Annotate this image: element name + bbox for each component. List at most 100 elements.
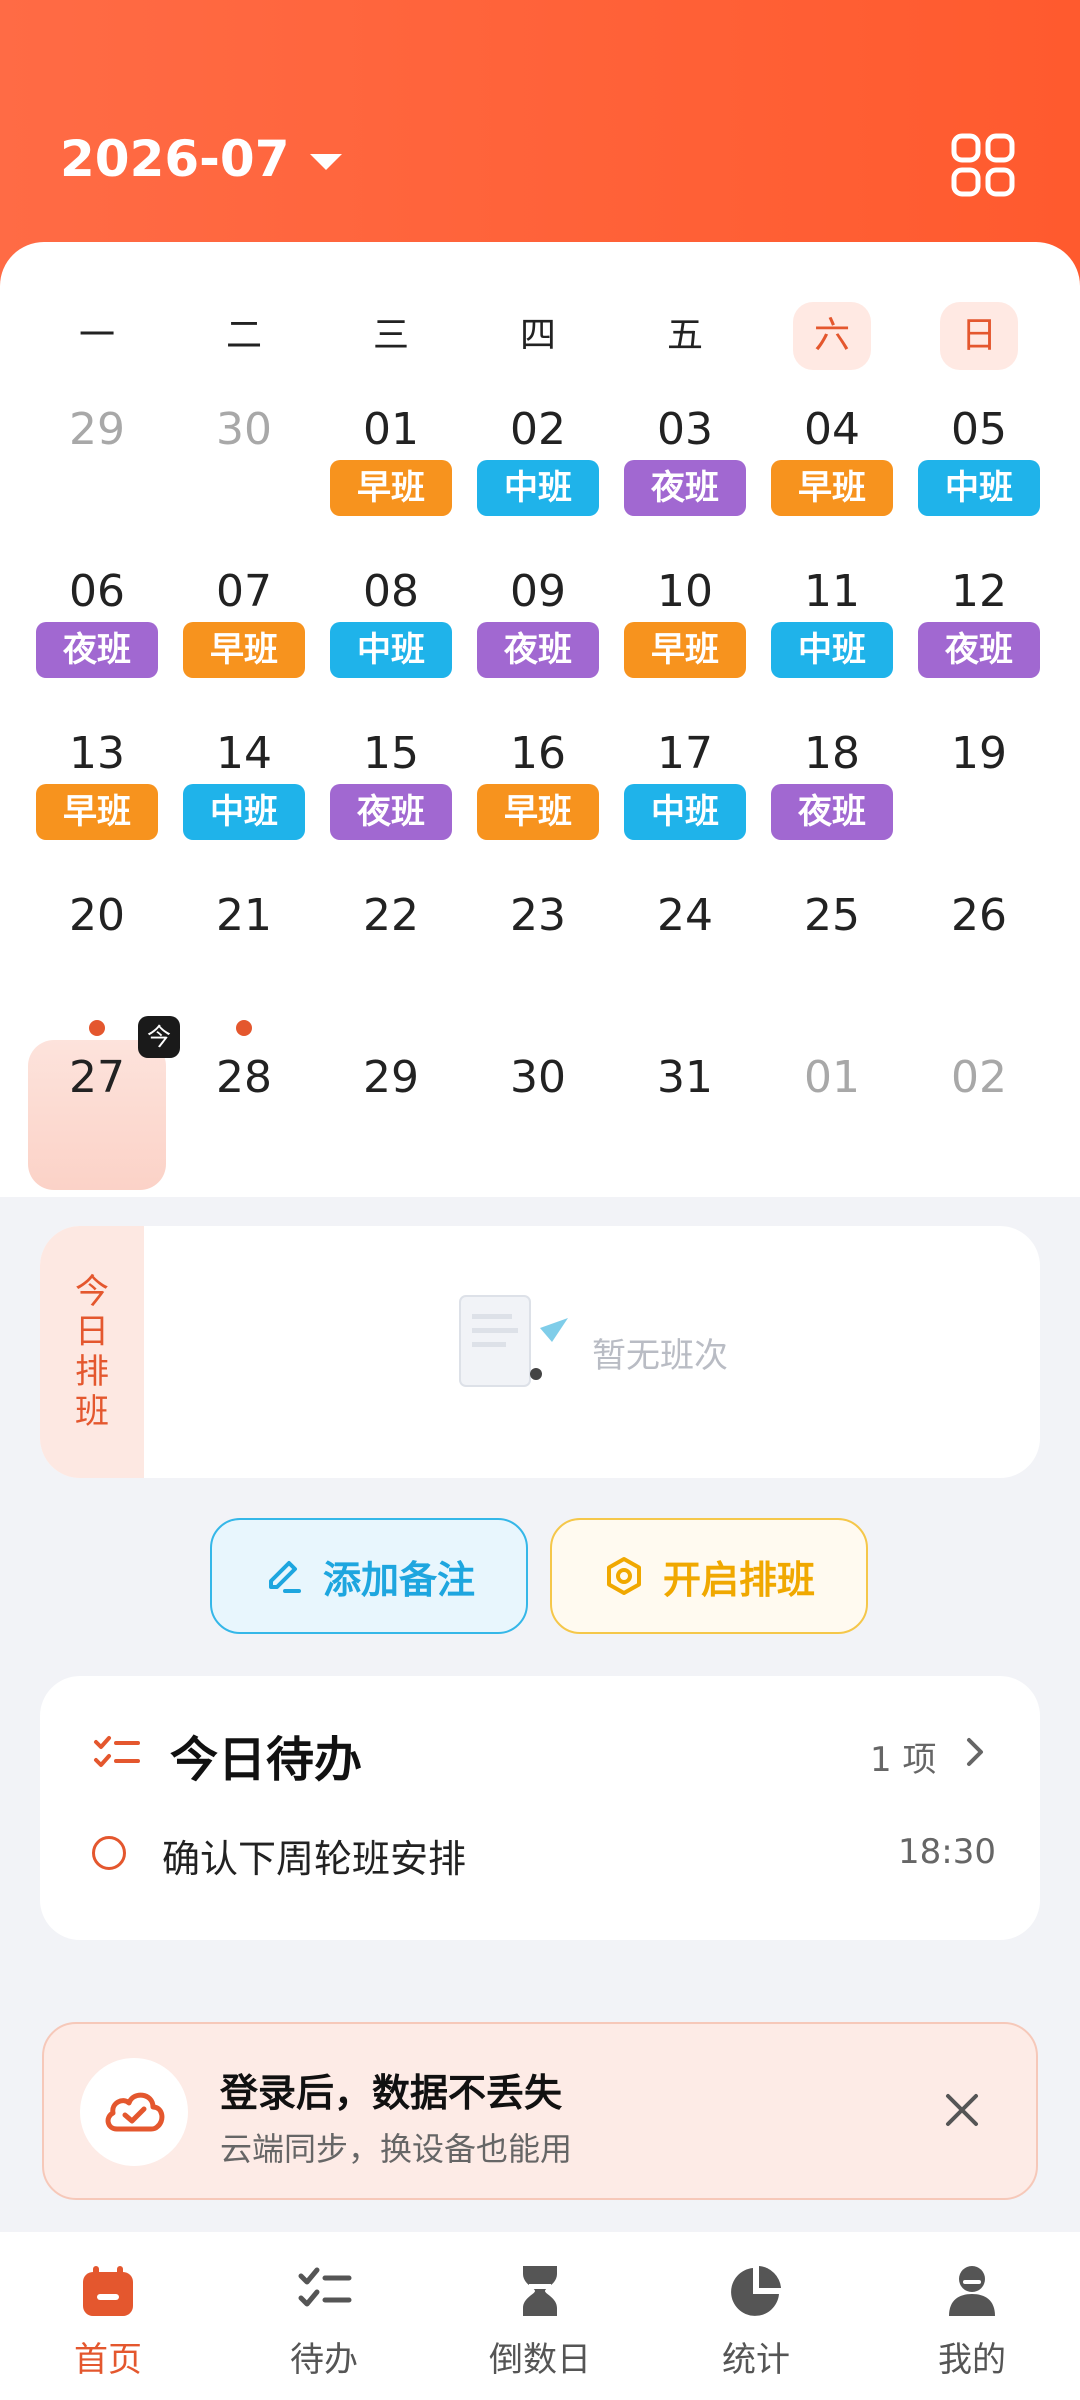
- day-number: 28: [216, 1052, 272, 1103]
- shift-tag: 夜班: [918, 622, 1040, 678]
- calendar-day[interactable]: 30: [171, 390, 317, 550]
- calendar-day[interactable]: 28: [171, 1020, 317, 1198]
- calendar-day[interactable]: 25: [759, 876, 905, 1036]
- todo-item-text[interactable]: 确认下周轮班安排: [162, 1828, 466, 1883]
- start-shift-button[interactable]: 开启排班: [550, 1518, 868, 1634]
- day-number: 20: [69, 890, 125, 941]
- weekday-label: 六: [793, 302, 871, 370]
- calendar-day[interactable]: 14 中班: [171, 714, 317, 874]
- today-schedule-card: 今 日 排 班 暂无班次: [40, 1226, 1040, 1478]
- tab-label: 我的: [938, 2340, 1006, 2380]
- shift-tag: 早班: [477, 784, 599, 840]
- day-number: 09: [510, 566, 566, 617]
- month-selector[interactable]: 2026-07: [60, 130, 342, 188]
- tab-todo[interactable]: 待办: [216, 2232, 432, 2400]
- shift-tag: 中班: [477, 460, 599, 516]
- grid-icon[interactable]: [950, 132, 1016, 198]
- pie-chart-icon: [731, 2266, 781, 2316]
- shift-tag: 夜班: [36, 622, 158, 678]
- tab-home[interactable]: 首页: [0, 2232, 216, 2400]
- day-number: 06: [69, 566, 125, 617]
- today-schedule-label: 今 日 排 班: [40, 1226, 144, 1478]
- calendar-day[interactable]: 01 早班: [318, 390, 464, 550]
- day-number: 03: [657, 404, 713, 455]
- calendar-day[interactable]: 22: [318, 876, 464, 1036]
- calendar-day[interactable]: 10 早班: [612, 552, 758, 712]
- close-icon[interactable]: [942, 2090, 982, 2130]
- calendar-day[interactable]: 17 中班: [612, 714, 758, 874]
- day-number: 18: [804, 728, 860, 779]
- calendar-day[interactable]: 07 早班: [171, 552, 317, 712]
- day-number: 02: [951, 1052, 1007, 1103]
- calendar-day[interactable]: 01: [759, 1038, 905, 1198]
- calendar-day[interactable]: 23: [465, 876, 611, 1036]
- day-number: 30: [510, 1052, 566, 1103]
- chevron-right-icon[interactable]: [960, 1734, 990, 1770]
- calendar-day[interactable]: 29: [24, 390, 170, 550]
- tab-mine[interactable]: 我的: [864, 2232, 1080, 2400]
- calendar-day[interactable]: 06 夜班: [24, 552, 170, 712]
- today-todo-card: 今日待办 1 项 确认下周轮班安排 18:30: [40, 1676, 1040, 1940]
- calendar-day[interactable]: 02 中班: [465, 390, 611, 550]
- calendar-day[interactable]: 03 夜班: [612, 390, 758, 550]
- day-number: 19: [951, 728, 1007, 779]
- calendar-day[interactable]: 05 中班: [906, 390, 1052, 550]
- hexagon-settings-icon: [606, 1557, 641, 1595]
- day-number: 26: [951, 890, 1007, 941]
- calendar-day[interactable]: 11 中班: [759, 552, 905, 712]
- calendar-day[interactable]: 24: [612, 876, 758, 1036]
- shift-tag: 夜班: [771, 784, 893, 840]
- login-banner[interactable]: 登录后，数据不丢失 云端同步，换设备也能用: [42, 2022, 1038, 2200]
- weekday-label: 五: [666, 315, 703, 356]
- calendar-day[interactable]: 30: [465, 1038, 611, 1198]
- empty-illustration-icon: [459, 1295, 568, 1387]
- calendar-day[interactable]: 31: [612, 1038, 758, 1198]
- day-number: 30: [216, 404, 272, 455]
- shift-tag: 夜班: [330, 784, 452, 840]
- calendar-day[interactable]: 02: [906, 1038, 1052, 1198]
- tab-countdown[interactable]: 倒数日: [432, 2232, 648, 2400]
- calendar-day[interactable]: 13 早班: [24, 714, 170, 874]
- login-banner-subtitle: 云端同步，换设备也能用: [220, 2130, 573, 2168]
- day-number: 08: [363, 566, 419, 617]
- day-number: 13: [69, 728, 125, 779]
- shift-tag: 夜班: [477, 622, 599, 678]
- shift-tag: 早班: [183, 622, 305, 678]
- weekday-header: 一二三四五六日: [0, 302, 1080, 372]
- weekday-label: 一: [78, 315, 115, 356]
- calendar-day[interactable]: 04 早班: [759, 390, 905, 550]
- calendar-day[interactable]: 08 中班: [318, 552, 464, 712]
- cloud-check-icon: [80, 2058, 188, 2166]
- month-label: 2026-07: [60, 130, 290, 188]
- calendar-day[interactable]: 15 夜班: [318, 714, 464, 874]
- todo-count[interactable]: 1 项: [870, 1732, 936, 1781]
- day-number: 24: [657, 890, 713, 941]
- day-number: 21: [216, 890, 272, 941]
- tab-statistics[interactable]: 统计: [648, 2232, 864, 2400]
- calendar-day[interactable]: 20: [24, 876, 170, 1036]
- day-number: 29: [69, 404, 125, 455]
- day-number: 14: [216, 728, 272, 779]
- day-number: 04: [804, 404, 860, 455]
- calendar-day[interactable]: 27: [24, 1020, 170, 1198]
- shift-tag: 中班: [330, 622, 452, 678]
- login-banner-title: 登录后，数据不丢失: [220, 2071, 563, 2115]
- add-note-button[interactable]: 添加备注: [210, 1518, 528, 1634]
- tab-label: 倒数日: [489, 2340, 591, 2380]
- calendar-day[interactable]: 19: [906, 714, 1052, 874]
- calendar-day[interactable]: 21: [171, 876, 317, 1036]
- edit-icon: [268, 1561, 301, 1593]
- shift-tag: 中班: [624, 784, 746, 840]
- tab-label: 首页: [74, 2340, 142, 2380]
- calendar-day[interactable]: 18 夜班: [759, 714, 905, 874]
- calendar-day[interactable]: 26: [906, 876, 1052, 1036]
- day-number: 15: [363, 728, 419, 779]
- calendar-day[interactable]: 29: [318, 1038, 464, 1198]
- calendar-day[interactable]: 16 早班: [465, 714, 611, 874]
- calendar-day[interactable]: 09 夜班: [465, 552, 611, 712]
- day-number: 10: [657, 566, 713, 617]
- calendar-day[interactable]: 12 夜班: [906, 552, 1052, 712]
- todo-checkbox[interactable]: [92, 1836, 126, 1870]
- event-dot: [89, 1020, 105, 1036]
- day-number: 02: [510, 404, 566, 455]
